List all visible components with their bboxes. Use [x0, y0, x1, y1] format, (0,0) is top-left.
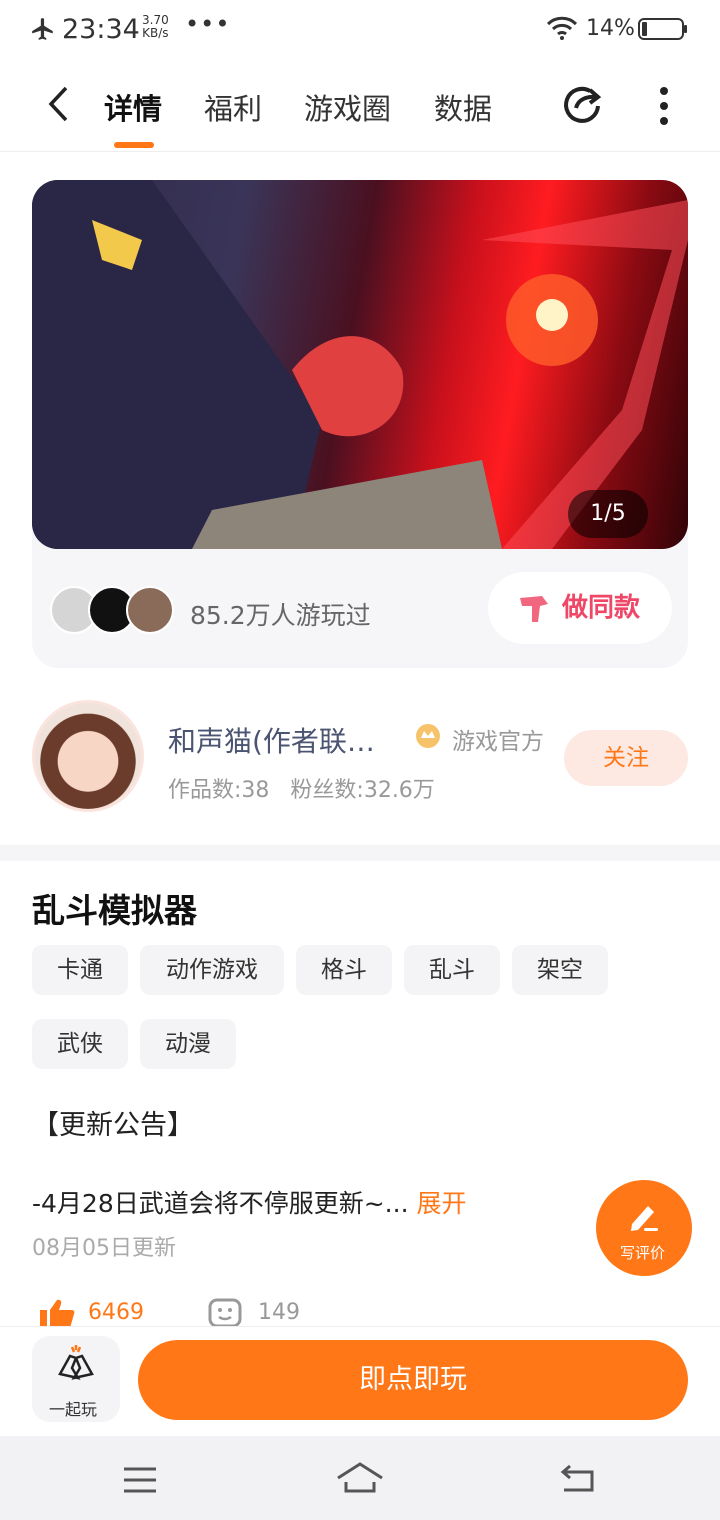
instant-play-button[interactable]: 即点即玩 — [138, 1340, 688, 1420]
tag-chip[interactable]: 乱斗 — [404, 945, 500, 995]
author-avatar[interactable] — [32, 700, 144, 812]
status-bar: 23:34 3.70 KB/s ••• 14% — [0, 0, 720, 58]
battery-icon — [638, 18, 687, 40]
back-icon[interactable] — [558, 1464, 598, 1494]
works-count: 作品数:38 — [168, 778, 270, 803]
active-tab-indicator — [114, 142, 154, 148]
tag-chip[interactable]: 格斗 — [296, 945, 392, 995]
game-title: 乱斗模拟器 — [32, 891, 197, 930]
more-menu-icon[interactable] — [656, 86, 672, 126]
wifi-icon — [546, 16, 578, 40]
official-badge-icon — [416, 724, 440, 748]
network-speed: 3.70 KB/s — [142, 13, 169, 40]
update-notice-body: -4月28日武道会将不停服更新~... — [32, 1189, 409, 1218]
like-count: 6469 — [88, 1300, 144, 1325]
write-review-button[interactable]: 写评价 — [596, 1180, 692, 1276]
tab-details[interactable]: 详情 — [104, 86, 162, 128]
make-similar-button[interactable]: 做同款 — [488, 572, 672, 644]
clapping-hands-icon — [58, 1345, 94, 1380]
play-count: 85.2万人游玩过 — [190, 601, 371, 630]
tab-data[interactable]: 数据 — [434, 86, 492, 128]
hammer-icon — [520, 596, 548, 622]
home-icon[interactable] — [336, 1460, 384, 1494]
write-review-label: 写评价 — [620, 1244, 666, 1262]
play-together-button[interactable]: 一起玩 — [32, 1336, 120, 1422]
tag-chip[interactable]: 动作游戏 — [140, 945, 284, 995]
share-icon[interactable] — [562, 84, 606, 126]
author-stats: 作品数:38 粉丝数:32.6万 — [168, 772, 435, 804]
menu-icon[interactable] — [122, 1466, 158, 1494]
tag-chip[interactable]: 卡通 — [32, 945, 128, 995]
comment-icon[interactable] — [208, 1298, 244, 1328]
tag-chip[interactable]: 架空 — [512, 945, 608, 995]
follow-button[interactable]: 关注 — [564, 730, 688, 786]
expand-link[interactable]: 展开 — [416, 1189, 466, 1218]
system-nav-bar — [0, 1436, 720, 1520]
thumbs-up-icon[interactable] — [38, 1298, 76, 1328]
status-time: 23:34 — [62, 14, 140, 45]
update-notice-header: 【更新公告】 — [32, 1110, 194, 1141]
official-label: 游戏官方 — [452, 729, 544, 755]
make-similar-label: 做同款 — [562, 593, 641, 623]
author-name[interactable]: 和声猫(作者联… — [168, 720, 375, 760]
tab-game-circle[interactable]: 游戏圈 — [304, 86, 391, 128]
update-notice-text: -4月28日武道会将不停服更新~... 展开 — [32, 1184, 467, 1220]
back-arrow-icon[interactable] — [46, 86, 72, 122]
section-divider — [0, 845, 720, 861]
comment-count: 149 — [258, 1300, 300, 1325]
tab-welfare[interactable]: 福利 — [204, 86, 262, 128]
top-nav: 详情 福利 游戏圈 数据 — [0, 58, 720, 152]
banner-pager: 1/5 — [568, 490, 648, 538]
fans-count: 粉丝数:32.6万 — [290, 778, 435, 803]
tag-chip[interactable]: 动漫 — [140, 1019, 236, 1069]
player-avatar — [126, 586, 174, 634]
play-together-label: 一起玩 — [49, 1400, 98, 1419]
update-date: 08月05日更新 — [32, 1236, 176, 1261]
tag-chip[interactable]: 武侠 — [32, 1019, 128, 1069]
status-more-dots: ••• — [185, 10, 231, 38]
battery-percent: 14% — [586, 16, 635, 41]
airplane-mode-icon — [32, 18, 53, 40]
pen-icon — [631, 1206, 658, 1231]
